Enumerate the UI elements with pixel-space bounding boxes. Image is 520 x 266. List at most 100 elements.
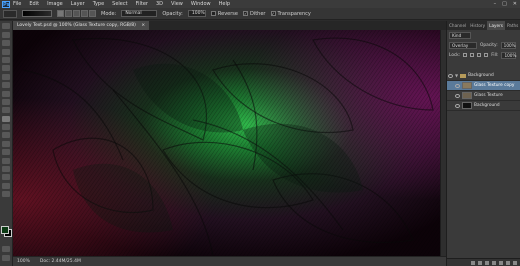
opacity-label: Opacity: bbox=[162, 10, 183, 17]
dither-option[interactable]: ✓ Dither bbox=[242, 10, 266, 17]
link-layers-icon[interactable] bbox=[471, 260, 475, 265]
tab-history[interactable]: History bbox=[468, 21, 487, 30]
menu-window[interactable]: Window bbox=[191, 1, 211, 7]
menu-help[interactable]: Help bbox=[219, 1, 230, 7]
layer-thumbnail bbox=[462, 102, 472, 109]
delete-layer-icon[interactable] bbox=[513, 260, 517, 265]
blur-tool-icon[interactable] bbox=[2, 124, 10, 131]
reverse-option[interactable]: Reverse bbox=[210, 10, 238, 17]
crop-tool-icon[interactable] bbox=[2, 56, 10, 63]
layer-group-row[interactable]: ▼ Background bbox=[447, 71, 520, 81]
document-size: Doc: 2.44M/25.4M bbox=[39, 259, 81, 264]
path-selection-tool-icon[interactable] bbox=[2, 157, 10, 164]
visibility-eye-icon[interactable] bbox=[448, 73, 453, 78]
close-tab-button[interactable]: × bbox=[141, 23, 145, 28]
lock-position-icon[interactable] bbox=[477, 53, 482, 57]
blend-mode-select[interactable]: Overlay bbox=[449, 41, 477, 49]
marquee-tool-icon[interactable] bbox=[2, 31, 10, 38]
visibility-eye-icon[interactable] bbox=[455, 83, 460, 88]
transparency-checkbox[interactable]: ✓ bbox=[270, 11, 276, 16]
minimize-button[interactable]: – bbox=[494, 1, 497, 7]
tab-paths[interactable]: Paths bbox=[505, 21, 520, 30]
diamond-gradient-icon[interactable] bbox=[89, 10, 96, 17]
radial-gradient-icon[interactable] bbox=[65, 10, 72, 17]
new-group-icon[interactable] bbox=[499, 260, 503, 265]
status-bar: 100% Doc: 2.44M/25.4M bbox=[13, 256, 446, 266]
layer-row[interactable]: Glass Texture bbox=[447, 91, 520, 101]
lock-all-icon[interactable] bbox=[484, 53, 489, 57]
layer-opacity-field[interactable]: 100% bbox=[500, 41, 516, 49]
layers-list: ▼ Background Glass Texture copy Glass Te… bbox=[447, 71, 520, 111]
menu-view[interactable]: View bbox=[171, 1, 183, 7]
reflected-gradient-icon[interactable] bbox=[81, 10, 88, 17]
opacity-field[interactable]: 100% bbox=[187, 10, 206, 17]
menu-type[interactable]: Type bbox=[93, 1, 104, 7]
document-canvas[interactable] bbox=[13, 30, 440, 256]
fill-label: Fill: bbox=[491, 52, 499, 58]
mode-select[interactable]: Normal bbox=[121, 10, 158, 17]
close-window-button[interactable]: ✕ bbox=[513, 1, 517, 7]
menu-edit[interactable]: Edit bbox=[29, 1, 39, 7]
dither-checkbox[interactable]: ✓ bbox=[242, 11, 248, 16]
menu-file[interactable]: File bbox=[13, 1, 21, 7]
layer-name: Background bbox=[474, 103, 500, 108]
hand-tool-icon[interactable] bbox=[2, 182, 10, 189]
fill-field[interactable]: 100% bbox=[501, 51, 517, 59]
quick-mask-icon[interactable] bbox=[2, 246, 10, 252]
layer-style-icon[interactable] bbox=[478, 260, 482, 265]
quick-select-tool-icon[interactable] bbox=[2, 48, 10, 55]
menu-select[interactable]: Select bbox=[112, 1, 127, 7]
menu-3d[interactable]: 3D bbox=[156, 1, 163, 7]
reverse-label: Reverse bbox=[217, 10, 238, 17]
move-tool-icon[interactable] bbox=[2, 23, 10, 30]
eraser-tool-icon[interactable] bbox=[2, 107, 10, 114]
lock-transparent-icon[interactable] bbox=[463, 53, 468, 57]
gradient-tool-icon[interactable] bbox=[2, 115, 10, 122]
chevron-down-icon[interactable]: ▼ bbox=[455, 73, 458, 78]
menu-image[interactable]: Image bbox=[47, 1, 63, 7]
menu-filter[interactable]: Filter bbox=[136, 1, 148, 7]
reverse-checkbox[interactable] bbox=[210, 11, 216, 16]
visibility-eye-icon[interactable] bbox=[455, 103, 460, 108]
screen-mode-icon[interactable] bbox=[2, 255, 10, 261]
3d-tool-icon[interactable] bbox=[2, 174, 10, 181]
transparency-label: Transparency bbox=[277, 10, 311, 17]
pen-tool-icon[interactable] bbox=[2, 140, 10, 147]
foreground-color-swatch[interactable] bbox=[1, 226, 9, 234]
gradient-editor-swatch[interactable] bbox=[22, 10, 52, 17]
document-tab[interactable]: Lovely Text.psd @ 100% (Glass Texture co… bbox=[13, 21, 150, 30]
linear-gradient-icon[interactable] bbox=[57, 10, 64, 17]
clone-stamp-tool-icon[interactable] bbox=[2, 90, 10, 97]
tools-panel bbox=[0, 21, 13, 266]
shape-tool-icon[interactable] bbox=[2, 166, 10, 173]
dither-label: Dither bbox=[249, 10, 266, 17]
tool-preset-picker[interactable] bbox=[3, 9, 17, 18]
transparency-option[interactable]: ✓ Transparency bbox=[270, 10, 311, 17]
layer-row[interactable]: Background bbox=[447, 101, 520, 111]
layer-name: Glass Texture bbox=[474, 93, 503, 98]
new-layer-icon[interactable] bbox=[506, 260, 510, 265]
type-tool-icon[interactable] bbox=[2, 149, 10, 156]
layer-name: Glass Texture copy bbox=[474, 83, 515, 88]
menu-layer[interactable]: Layer bbox=[71, 1, 85, 7]
lock-pixels-icon[interactable] bbox=[470, 53, 475, 57]
maximize-button[interactable]: □ bbox=[502, 1, 507, 7]
lasso-tool-icon[interactable] bbox=[2, 40, 10, 47]
angle-gradient-icon[interactable] bbox=[73, 10, 80, 17]
dodge-tool-icon[interactable] bbox=[2, 132, 10, 139]
filter-row: Kind bbox=[447, 30, 520, 40]
visibility-eye-icon[interactable] bbox=[455, 93, 460, 98]
tab-layers[interactable]: Layers bbox=[487, 21, 505, 30]
adjustment-layer-icon[interactable] bbox=[492, 260, 496, 265]
add-mask-icon[interactable] bbox=[485, 260, 489, 265]
layer-row[interactable]: Glass Texture copy bbox=[447, 81, 520, 91]
layer-name: Background bbox=[468, 73, 494, 78]
tab-channel[interactable]: Channel bbox=[447, 21, 468, 30]
zoom-level[interactable]: 100% bbox=[17, 259, 30, 264]
brush-tool-icon[interactable] bbox=[2, 82, 10, 89]
kind-filter-select[interactable]: Kind bbox=[449, 31, 471, 39]
zoom-tool-icon[interactable] bbox=[2, 191, 10, 198]
history-brush-tool-icon[interactable] bbox=[2, 98, 10, 105]
eyedropper-tool-icon[interactable] bbox=[2, 65, 10, 72]
healing-brush-tool-icon[interactable] bbox=[2, 73, 10, 80]
